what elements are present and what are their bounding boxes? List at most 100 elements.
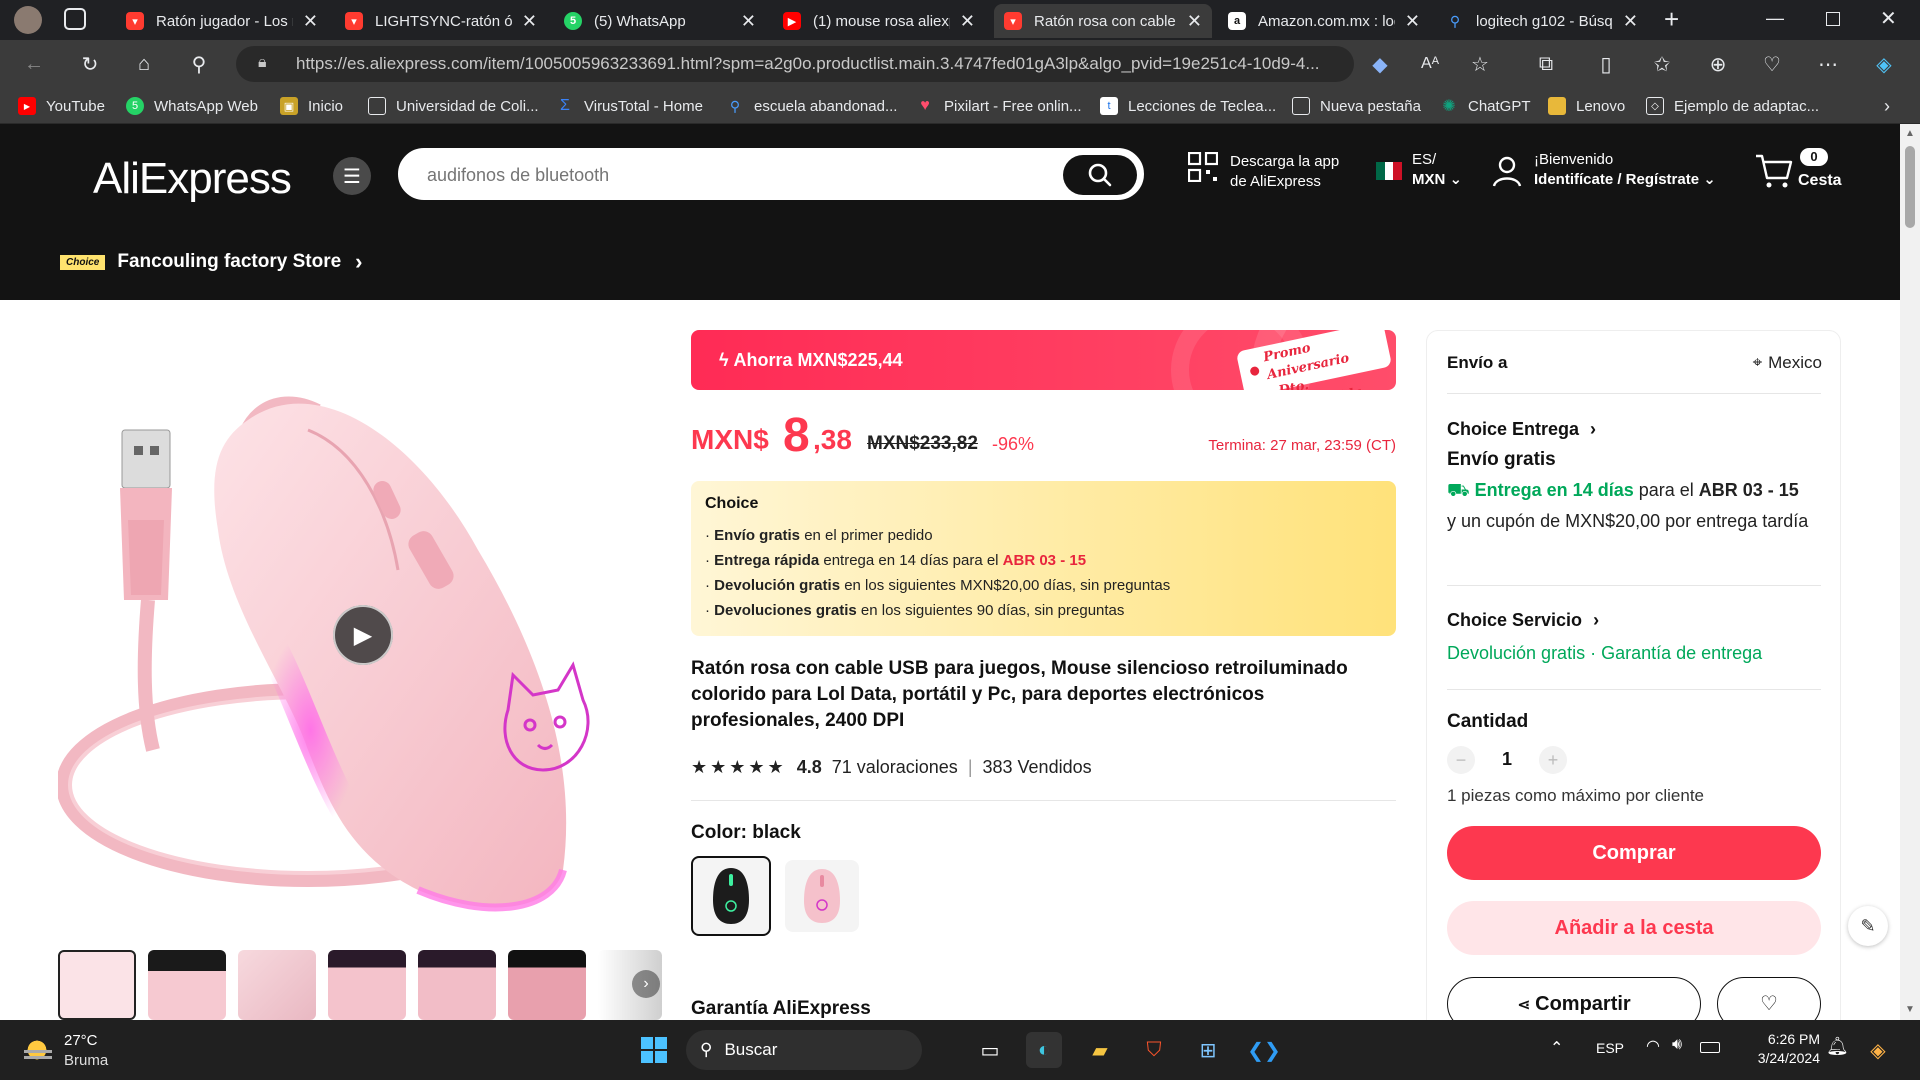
cart-label[interactable]: Cesta [1798, 172, 1842, 190]
user-icon[interactable] [1490, 154, 1524, 193]
tab-6[interactable]: ⚲ logitech g102 - Búsq ✕ [1436, 4, 1648, 38]
quantity-value[interactable]: 1 [1497, 749, 1517, 770]
tab-4[interactable]: ▾ Ratón rosa con cable ✕ [994, 4, 1212, 38]
reviews-link[interactable]: 71 valoraciones [832, 757, 958, 778]
coupon-icon[interactable]: ◆ [1364, 48, 1396, 80]
app-download-line2[interactable]: de AliExpress [1230, 172, 1339, 192]
more-menu-icon[interactable]: ⋯ [1812, 48, 1844, 80]
close-icon[interactable]: ✕ [1623, 11, 1638, 32]
buy-now-button[interactable]: Comprar [1447, 826, 1821, 880]
scroll-up-arrow[interactable]: ▲ [1905, 128, 1915, 139]
thumbnail-5[interactable] [418, 950, 496, 1020]
battery-icon[interactable] [1700, 1042, 1720, 1053]
bookmark-whatsapp[interactable]: 5 WhatsApp Web [126, 94, 258, 118]
tab-2[interactable]: 5 (5) WhatsApp ✕ [554, 4, 766, 38]
minimize-button[interactable]: — [1766, 8, 1784, 29]
quantity-increase-button[interactable]: + [1539, 746, 1567, 774]
thumbnail-next-arrow[interactable]: › [632, 970, 660, 998]
thumbnail-6[interactable] [508, 950, 586, 1020]
tab-0[interactable]: ▾ Ratón jugador - Los m ✕ [116, 4, 328, 38]
wifi-icon[interactable]: ◠ [1646, 1036, 1660, 1056]
copilot-icon[interactable]: ◈ [1860, 1032, 1896, 1068]
home-icon[interactable]: ⌂ [128, 48, 160, 80]
refresh-icon[interactable]: ↻ [74, 48, 106, 80]
favorite-star-icon[interactable]: ☆ [1464, 48, 1496, 80]
thumbnail-1[interactable] [58, 950, 136, 1020]
copilot-icon[interactable]: ◈ [1868, 48, 1900, 80]
hamburger-menu-icon[interactable]: ☰ [333, 157, 371, 195]
url-field[interactable]: 🔒︎ https://es.aliexpress.com/item/100500… [236, 46, 1354, 82]
choice-delivery-link[interactable]: Choice Entrega › [1447, 419, 1596, 440]
bookmark-escuela[interactable]: ⚲ escuela abandonad... [726, 94, 898, 118]
extensions-icon[interactable]: ⧉ [1530, 48, 1562, 80]
bookmark-pixilart[interactable]: ♥ Pixilart - Free onlin... [916, 94, 1081, 118]
search-button[interactable] [1063, 155, 1137, 195]
notification-bell-icon[interactable]: 🔔︎ [1826, 1036, 1849, 1057]
read-aloud-icon[interactable]: Aᴬ [1414, 48, 1446, 80]
cart-icon[interactable] [1754, 152, 1794, 195]
ship-country-selector[interactable]: ⌖ Mexico [1753, 353, 1822, 373]
product-main-image[interactable]: ▶ [58, 330, 662, 930]
close-icon[interactable]: ✕ [1405, 11, 1420, 32]
maximize-button[interactable] [1826, 12, 1840, 26]
app-download-line1[interactable]: Descarga la app [1230, 152, 1339, 172]
profile-avatar[interactable] [14, 6, 42, 34]
scroll-down-arrow[interactable]: ▼ [1905, 1004, 1915, 1015]
task-view-icon[interactable]: ▭ [972, 1032, 1008, 1068]
color-option-black[interactable] [691, 856, 771, 936]
split-screen-icon[interactable]: ▯ [1590, 48, 1622, 80]
clock[interactable]: 6:26 PM 3/24/2024 [1740, 1030, 1820, 1068]
browser-essentials-icon[interactable]: ♡ [1756, 48, 1788, 80]
bookmark-ejemplo[interactable]: ◇ Ejemplo de adaptac... [1646, 94, 1819, 118]
close-icon[interactable]: ✕ [522, 11, 537, 32]
bookmark-inicio[interactable]: ▣ Inicio [280, 94, 343, 118]
close-icon[interactable]: ✕ [303, 11, 318, 32]
file-explorer-icon[interactable]: ▰ [1082, 1032, 1118, 1068]
page-scrollbar[interactable]: ▲ ▼ [1900, 124, 1920, 1020]
back-icon[interactable]: ← [18, 48, 50, 80]
thumbnail-4[interactable] [328, 950, 406, 1020]
volume-icon[interactable]: 🔊︎ [1672, 1036, 1682, 1054]
thumbnail-2[interactable] [148, 950, 226, 1020]
scroll-thumb[interactable] [1905, 146, 1915, 228]
aliexpress-logo[interactable]: AliExpress [93, 154, 292, 204]
vscode-icon[interactable]: ❮❯ [1246, 1032, 1282, 1068]
chevron-up-icon[interactable]: ⌃ [1550, 1038, 1563, 1058]
tab-actions-icon[interactable] [64, 8, 86, 30]
new-tab-button[interactable]: + [1664, 4, 1679, 35]
weather-widget[interactable]: 27°C Bruma [22, 1030, 162, 1070]
search-input[interactable] [427, 161, 1007, 189]
brave-icon[interactable]: ⛉ [1136, 1032, 1172, 1068]
search-icon[interactable]: ⚲ [183, 48, 215, 80]
choice-service-link[interactable]: Choice Servicio › [1447, 610, 1599, 631]
tab-1[interactable]: ▾ LIGHTSYNC-ratón óp ✕ [335, 4, 547, 38]
bookmark-lecciones[interactable]: t Lecciones de Teclea... [1100, 94, 1276, 118]
chevron-right-icon[interactable]: › [1884, 94, 1890, 118]
quantity-decrease-button[interactable]: − [1447, 746, 1475, 774]
app-download[interactable] [1187, 151, 1219, 187]
store-link[interactable]: Choice Fancouling factory Store › [60, 248, 362, 276]
close-window-button[interactable]: ✕ [1880, 6, 1897, 31]
close-icon[interactable]: ✕ [960, 11, 975, 32]
bookmark-chatgpt[interactable]: ✺ ChatGPT [1440, 94, 1530, 118]
bookmark-lenovo[interactable]: Lenovo [1548, 94, 1625, 118]
bookmark-universidad[interactable]: Universidad de Coli... [368, 94, 539, 118]
bookmark-virustotal[interactable]: Σ VirusTotal - Home [556, 94, 703, 118]
bookmark-youtube[interactable]: ▶ YouTube [18, 94, 105, 118]
input-language[interactable]: ESP [1596, 1040, 1624, 1056]
close-icon[interactable]: ✕ [741, 11, 756, 32]
color-option-pink[interactable] [785, 860, 859, 932]
tab-3[interactable]: ▶ (1) mouse rosa aliexp ✕ [773, 4, 985, 38]
add-to-cart-button[interactable]: Añadir a la cesta [1447, 901, 1821, 955]
account-menu[interactable]: ¡Bienvenido Identifícate / Regístrate ⌄ [1534, 150, 1716, 190]
windows-start-icon[interactable] [636, 1032, 672, 1068]
thumbnail-3[interactable] [238, 950, 316, 1020]
tab-5[interactable]: a Amazon.com.mx : log ✕ [1218, 4, 1430, 38]
taskbar-search[interactable]: ⚲ Buscar [686, 1030, 922, 1070]
close-icon[interactable]: ✕ [1187, 11, 1202, 32]
play-video-button[interactable]: ▶ [333, 605, 393, 665]
favorites-icon[interactable]: ✩ [1646, 48, 1678, 80]
edit-feedback-icon[interactable]: ✎ [1848, 906, 1888, 946]
bookmark-nueva-pestana[interactable]: Nueva pestaña [1292, 94, 1421, 118]
language-currency-selector[interactable]: ES/ MXN ⌄ [1412, 150, 1462, 190]
